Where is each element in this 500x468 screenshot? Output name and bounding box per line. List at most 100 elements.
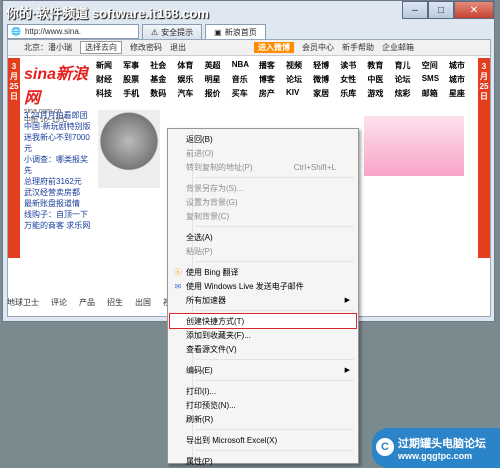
nav-link[interactable]: 数码 [150, 88, 177, 100]
weibo-button[interactable]: 进入微博 [254, 42, 294, 53]
menu-item-label: 复制背景(C) [186, 211, 230, 221]
tab-security[interactable]: ⚠ 安全提示 [142, 24, 203, 39]
nav-link[interactable]: 买车 [232, 88, 259, 100]
menu-item-label: 打印(I)... [186, 386, 217, 396]
nav-link[interactable]: 财经 [96, 74, 123, 86]
news-item[interactable]: 万能的商客 求乐网 [24, 220, 94, 231]
nav-link[interactable]: 基金 [150, 74, 177, 86]
nav-link[interactable]: 军事 [123, 60, 150, 72]
nav-link[interactable]: 城市 [449, 74, 476, 86]
menu-item[interactable]: 属性(P) [170, 454, 356, 468]
tab-sina[interactable]: ▣ 新浪首页 [205, 24, 266, 39]
menu-separator [196, 310, 354, 311]
menu-item[interactable]: 打印预览(N)... [170, 398, 356, 412]
news-item[interactable]: 武汉经营卖房都 [24, 187, 94, 198]
menu-separator [196, 450, 354, 451]
nav-link[interactable]: 社会 [150, 60, 177, 72]
go-select[interactable]: 选择去向 [80, 41, 122, 54]
nav-link[interactable]: 中医 [367, 74, 394, 86]
menu-item[interactable]: 全选(A) [170, 230, 356, 244]
nav-link[interactable]: 城市 [449, 60, 476, 72]
nav-link[interactable]: 轻博 [313, 60, 340, 72]
news-item[interactable]: 中国·新玩剧特别版 [24, 121, 94, 132]
news-item[interactable]: 迷我新心不到7000元 [24, 132, 94, 154]
shield-icon: ⚠ [151, 27, 159, 37]
news-item[interactable]: 最新账盘报道情 [24, 198, 94, 209]
edit-password-link[interactable]: 修改密码 [130, 42, 162, 53]
menu-item[interactable]: 刷新(R) [170, 412, 356, 426]
nav-link[interactable]: 英超 [205, 60, 232, 72]
nav-link[interactable]: 炫彩 [395, 88, 422, 100]
nav-link[interactable]: 星座 [449, 88, 476, 100]
nav-link[interactable]: 博客 [259, 74, 286, 86]
nav-link[interactable]: 明星 [205, 74, 232, 86]
sina-logo[interactable]: sina新浪网 sina.com.cn 中雨 10~15°C [24, 60, 96, 124]
nav-link[interactable]: 播客 [259, 60, 286, 72]
mail-link[interactable]: 企业邮箱 [382, 42, 414, 53]
nav-link[interactable]: 手机 [123, 88, 150, 100]
news-item[interactable]: 总理府前3162元 [24, 176, 94, 187]
menu-item[interactable]: ⓑ 使用 Bing 翻译 [170, 265, 356, 279]
nav-link[interactable]: 家居 [313, 88, 340, 100]
bottom-nav-item[interactable]: 评论 [51, 297, 67, 308]
menu-item-label: 背景另存为(S)... [186, 183, 244, 193]
menu-item-label: 属性(P) [186, 456, 213, 466]
nav-link[interactable]: NBA [232, 60, 259, 72]
nav-link[interactable]: 汽车 [177, 88, 204, 100]
nav-link[interactable]: 乐库 [340, 88, 367, 100]
help-link[interactable]: 新手帮助 [342, 42, 374, 53]
nav-link[interactable]: 房产 [259, 88, 286, 100]
menu-item[interactable]: 查看源文件(V) [170, 342, 356, 356]
nav-link[interactable]: 论坛 [395, 74, 422, 86]
news-photo[interactable] [98, 110, 160, 188]
news-item[interactable]: 3.24月月拍看郎团 [24, 110, 94, 121]
address-bar[interactable]: 🌐 http://www.sina. [7, 24, 139, 39]
menu-item[interactable]: 所有加速器 ▶ [170, 293, 356, 307]
maximize-button[interactable]: □ [428, 1, 454, 19]
minimize-button[interactable]: ‒ [402, 1, 428, 19]
nav-link[interactable]: SMS [422, 74, 449, 86]
logout-link[interactable]: 退出 [170, 42, 186, 53]
menu-item[interactable]: 编码(E) ▶ [170, 363, 356, 377]
nav-link[interactable]: 邮箱 [422, 88, 449, 100]
left-ad[interactable]: 3月25日 [8, 58, 20, 258]
nav-link[interactable]: 科技 [96, 88, 123, 100]
nav-link[interactable]: 报价 [205, 88, 232, 100]
menu-item[interactable]: ✉ 使用 Windows Live 发送电子邮件 [170, 279, 356, 293]
header-row: sina新浪网 sina.com.cn 中雨 10~15°C 新闻 军事 社会 体育英… [24, 60, 476, 124]
menu-item[interactable]: 创建快捷方式(T) [169, 313, 357, 329]
menu-item[interactable]: 打印(I)... [170, 384, 356, 398]
close-button[interactable]: ✕ [454, 1, 494, 19]
nav-link[interactable]: 女性 [340, 74, 367, 86]
news-item[interactable]: 线购子：自顶一下 [24, 209, 94, 220]
nav-link[interactable]: 体育 [177, 60, 204, 72]
menu-item-label: 导出到 Microsoft Excel(X) [186, 435, 278, 445]
bottom-nav-item[interactable]: 地球卫士 [7, 297, 39, 308]
nav-link[interactable]: 论坛 [286, 74, 313, 86]
main-nav: 新闻 军事 社会 体育 英超 NBA 播客 视频 轻博 读书 教育 育儿 空间 城市 财经 股票 基金 娱乐 明星音… [96, 60, 476, 100]
nav-link[interactable]: 股票 [123, 74, 150, 86]
nav-link[interactable]: 空间 [422, 60, 449, 72]
address-text: http://www.sina. [24, 27, 81, 36]
promo-banner[interactable] [364, 116, 464, 176]
menu-item[interactable]: 导出到 Microsoft Excel(X) [170, 433, 356, 447]
nav-link[interactable]: KIV [286, 88, 313, 100]
nav-link[interactable]: 新闻 [96, 60, 123, 72]
menu-item[interactable]: 返回(B) [170, 132, 356, 146]
bottom-nav-item[interactable]: 出国 [135, 297, 151, 308]
nav-link[interactable]: 微博 [313, 74, 340, 86]
menu-item[interactable]: 添加到收藏夹(F)... [170, 328, 356, 342]
bottom-nav-item[interactable]: 产品 [79, 297, 95, 308]
news-item[interactable]: 小调查：哪类报奖先 [24, 154, 94, 176]
menu-item-label: 返回(B) [186, 134, 213, 144]
bottom-nav-item[interactable]: 招生 [107, 297, 123, 308]
nav-link[interactable]: 娱乐 [177, 74, 204, 86]
nav-link[interactable]: 读书 [340, 60, 367, 72]
nav-link[interactable]: 育儿 [395, 60, 422, 72]
nav-link[interactable]: 视频 [286, 60, 313, 72]
member-link[interactable]: 会员中心 [302, 42, 334, 53]
right-ad[interactable]: 3月25日 [478, 58, 490, 258]
nav-link[interactable]: 教育 [367, 60, 394, 72]
nav-link[interactable]: 音乐 [232, 74, 259, 86]
nav-link[interactable]: 游戏 [367, 88, 394, 100]
